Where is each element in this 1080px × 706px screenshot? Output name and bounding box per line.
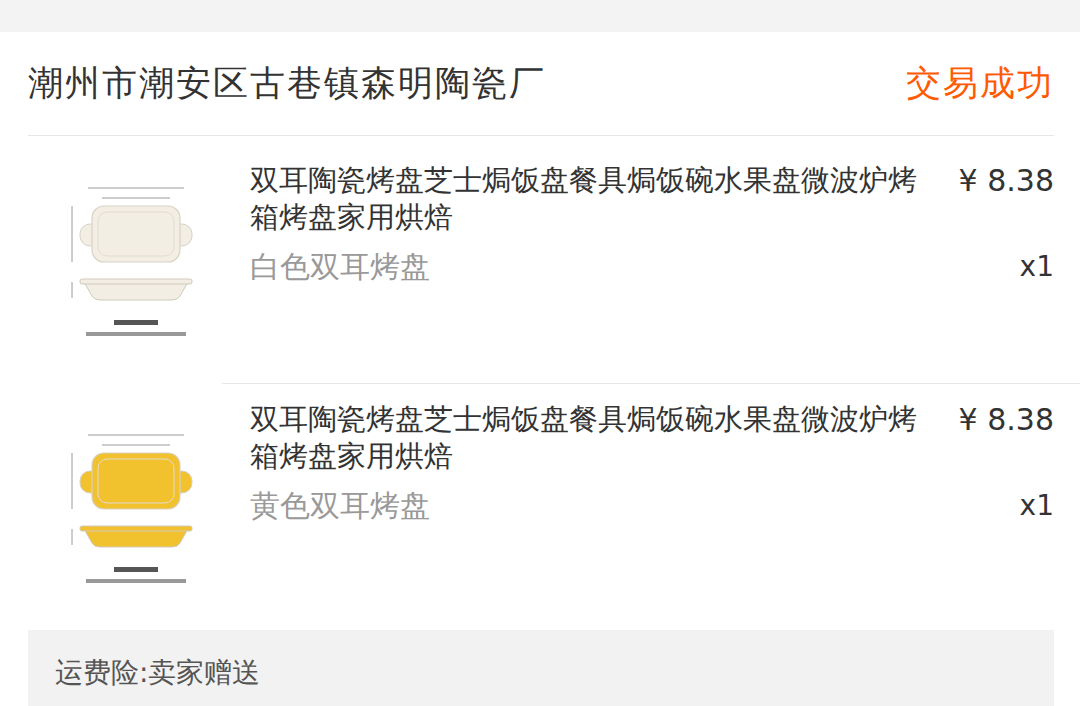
store-header[interactable]: 潮州市潮安区古巷镇森明陶瓷厂 交易成功	[28, 32, 1054, 136]
product-variant: 黄色双耳烤盘	[250, 487, 930, 524]
store-name[interactable]: 潮州市潮安区古巷镇森明陶瓷厂	[28, 60, 546, 107]
product-price: ¥ 8.38	[940, 162, 1054, 236]
product-title[interactable]: 双耳陶瓷烤盘芝士焗饭盘餐具焗饭碗水果盘微波炉烤箱烤盘家用烘焙	[250, 401, 930, 475]
product-image[interactable]	[0, 136, 222, 383]
order-item[interactable]: 双耳陶瓷烤盘芝士焗饭盘餐具焗饭碗水果盘微波炉烤箱烤盘家用烘焙¥ 8.38 黄色双耳…	[0, 383, 1080, 630]
baking-dish-icon	[50, 417, 222, 609]
top-band	[0, 0, 1080, 32]
product-quantity: x1	[940, 487, 1054, 524]
item-details: 双耳陶瓷烤盘芝士焗饭盘餐具焗饭碗水果盘微波炉烤箱烤盘家用烘焙¥ 8.38 白色双耳…	[222, 136, 1080, 383]
item-details: 双耳陶瓷烤盘芝士焗饭盘餐具焗饭碗水果盘微波炉烤箱烤盘家用烘焙¥ 8.38 黄色双耳…	[222, 383, 1080, 630]
order-card: 潮州市潮安区古巷镇森明陶瓷厂 交易成功双耳陶瓷烤盘芝士焗饭盘餐具焗饭碗水果盘微波炉…	[0, 32, 1080, 706]
order-item[interactable]: 双耳陶瓷烤盘芝士焗饭盘餐具焗饭碗水果盘微波炉烤箱烤盘家用烘焙¥ 8.38 白色双耳…	[0, 136, 1080, 383]
product-quantity: x1	[940, 248, 1054, 285]
baking-dish-icon	[50, 170, 222, 362]
product-price: ¥ 8.38	[940, 401, 1054, 475]
product-title[interactable]: 双耳陶瓷烤盘芝士焗饭盘餐具焗饭碗水果盘微波炉烤箱烤盘家用烘焙	[250, 162, 930, 236]
product-image[interactable]	[0, 383, 222, 630]
shipping-insurance-box: 运费险:卖家赠送	[28, 630, 1054, 706]
order-status: 交易成功	[906, 60, 1054, 107]
product-variant: 白色双耳烤盘	[250, 248, 930, 285]
shipping-insurance: 运费险:卖家赠送	[55, 658, 1027, 688]
